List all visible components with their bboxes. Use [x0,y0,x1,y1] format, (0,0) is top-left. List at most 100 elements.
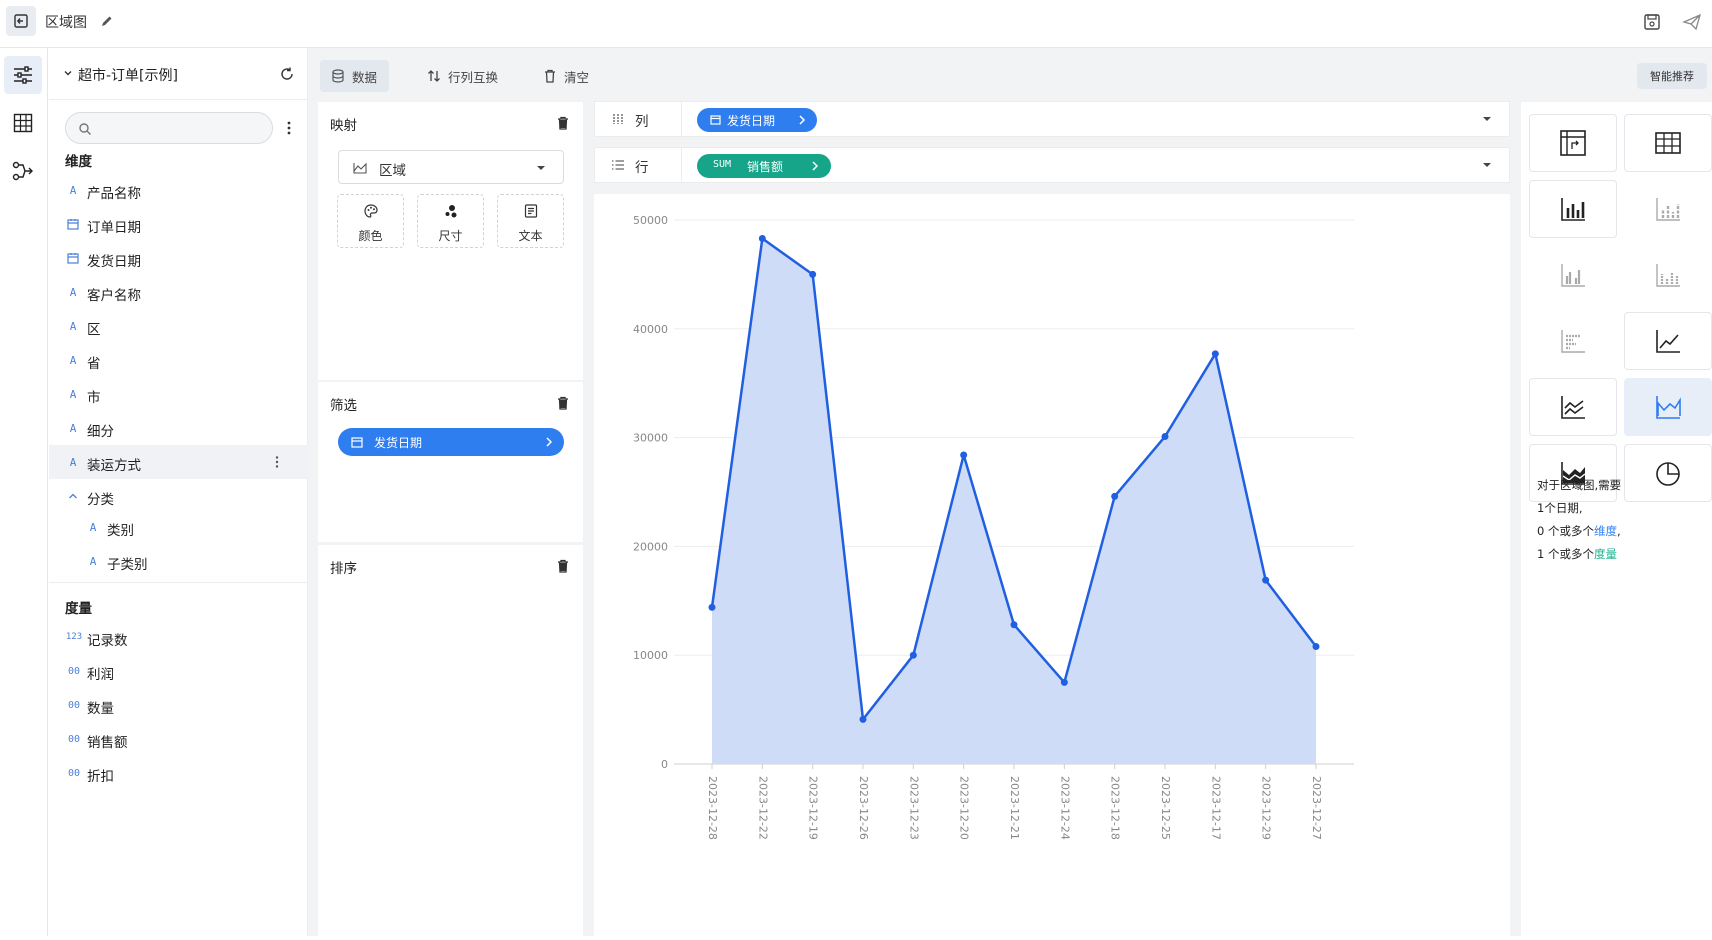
chart-type-table[interactable] [1624,114,1712,172]
data-button[interactable]: 数据 [320,60,390,92]
field-item[interactable]: A 市 [49,377,308,411]
search-input[interactable] [100,119,260,135]
field-item[interactable]: A 区 [49,309,308,343]
columns-pill[interactable]: 发货日期 [697,108,817,132]
pencil-icon[interactable] [99,13,115,29]
field-item[interactable]: 00 数量 [49,688,308,722]
chart-type-line[interactable] [1624,312,1712,370]
multi-line-icon [1561,396,1585,419]
swap-button[interactable]: 行列互换 [416,60,510,92]
clear-button-label: 清空 [564,69,590,85]
field-item[interactable]: A 细分 [49,411,308,445]
hint-line-1: 对于区域图,需要 [1537,478,1622,492]
mark-type-select[interactable]: 区域 [338,150,564,184]
hint-text: 0 个或多个 [1537,524,1594,538]
more-vertical-icon[interactable] [271,454,283,470]
data-point [1312,642,1320,650]
pie-chart-icon [1656,462,1680,486]
field-item[interactable]: A 省 [49,343,308,377]
publish-button[interactable] [1680,10,1704,34]
chart-type-multi-line[interactable] [1529,378,1617,436]
field-label: 子类别 [107,557,148,573]
text-type-icon: A [69,387,77,401]
area-fill [712,238,1316,765]
trash-icon[interactable] [556,558,570,574]
field-label: 客户名称 [87,288,141,304]
field-item[interactable]: 00 销售额 [49,722,308,756]
x-tick-label: 2023-12-27 [1310,776,1323,840]
chart-type-bar[interactable] [1529,180,1617,238]
x-tick-label: 2023-12-26 [857,776,870,840]
y-tick-label: 40000 [633,323,668,336]
field-item[interactable]: 123 记录数 [49,620,308,654]
trash-icon[interactable] [556,395,570,411]
field-item[interactable]: A 客户名称 [49,275,308,309]
dimensions-title: 维度 [65,154,92,170]
rail-flow[interactable] [4,152,42,190]
x-tick-label: 2023-12-19 [807,776,820,840]
text-encoding[interactable]: 文本 [497,194,564,248]
caret-down-icon[interactable] [1481,114,1493,124]
chart-type-percent-bar[interactable] [1624,246,1712,304]
data-point [809,270,817,278]
field-label: 类别 [107,523,134,539]
field-item[interactable]: 00 折扣 [49,756,308,790]
y-tick-label: 50000 [633,214,668,227]
size-dots-icon [445,205,457,218]
area-chart[interactable]: 0 10000 20000 30000 40000 50000 2023-12-28 2023… [594,194,1510,936]
field-item[interactable]: 订单日期 [49,207,308,241]
decimal-type-icon: 00 [67,767,81,779]
chart-type-area[interactable] [1624,378,1712,436]
smart-recommend-button[interactable]: 智能推荐 [1637,63,1707,89]
field-item[interactable]: A 装运方式 [49,445,308,479]
y-tick-label: 10000 [633,649,668,662]
field-item[interactable]: 00 利润 [49,654,308,688]
field-item[interactable]: A 子类别 [49,544,308,578]
save-button[interactable] [1640,10,1664,34]
mapping-title: 映射 [330,118,357,134]
hint-text: , [1616,524,1621,538]
trash-icon[interactable] [556,115,570,131]
text-type-icon: A [69,421,77,435]
field-label: 折扣 [87,769,114,785]
refresh-icon[interactable] [279,66,295,82]
mark-type-label: 区域 [379,163,406,179]
field-item[interactable]: 发货日期 [49,241,308,275]
more-vertical-icon[interactable] [283,118,295,138]
filter-pill[interactable]: 发货日期 [338,428,564,456]
text-label: 文本 [518,229,543,243]
field-item[interactable]: A 类别 [49,510,308,544]
clear-button[interactable]: 清空 [532,60,601,92]
datasource-selector[interactable]: 超市-订单[示例] [49,48,308,100]
measure-link: 度量 [1593,547,1617,561]
caret-down-icon[interactable] [1481,160,1493,170]
rail-chart-config[interactable] [4,56,42,94]
field-group[interactable]: 分类 [49,479,308,513]
data-point [960,451,968,459]
chart-type-pie[interactable] [1624,444,1712,502]
rows-shelf[interactable]: 行 SUM 销售额 [594,147,1510,183]
x-tick-label: 2023-12-28 [706,776,719,840]
color-encoding[interactable]: 颜色 [337,194,404,248]
chart-type-pivot[interactable] [1529,114,1617,172]
chart-type-stacked-bar[interactable] [1624,180,1712,238]
chart-type-grouped-bar[interactable] [1529,246,1617,304]
field-label: 细分 [87,424,114,440]
chart-type-horizontal-bar[interactable] [1529,312,1617,370]
sort-panel: 排序 [318,545,583,936]
field-item[interactable]: A 产品名称 [49,173,308,207]
top-bar: 区域图 [0,0,1712,48]
columns-shelf[interactable]: 列 发货日期 [594,101,1510,137]
decimal-type-icon: 00 [67,699,81,711]
data-point [1010,621,1018,629]
field-search[interactable] [65,112,273,144]
data-point [859,715,867,723]
calendar-icon [67,253,79,264]
rail-table[interactable] [4,104,42,142]
size-encoding[interactable]: 尺寸 [417,194,484,248]
search-icon [79,123,91,135]
rows-pill[interactable]: SUM 销售额 [697,154,831,178]
chart-type-stacked-area[interactable] [1529,444,1617,502]
back-button[interactable] [6,6,36,36]
datasource-name: 超市-订单[示例] [78,68,178,84]
